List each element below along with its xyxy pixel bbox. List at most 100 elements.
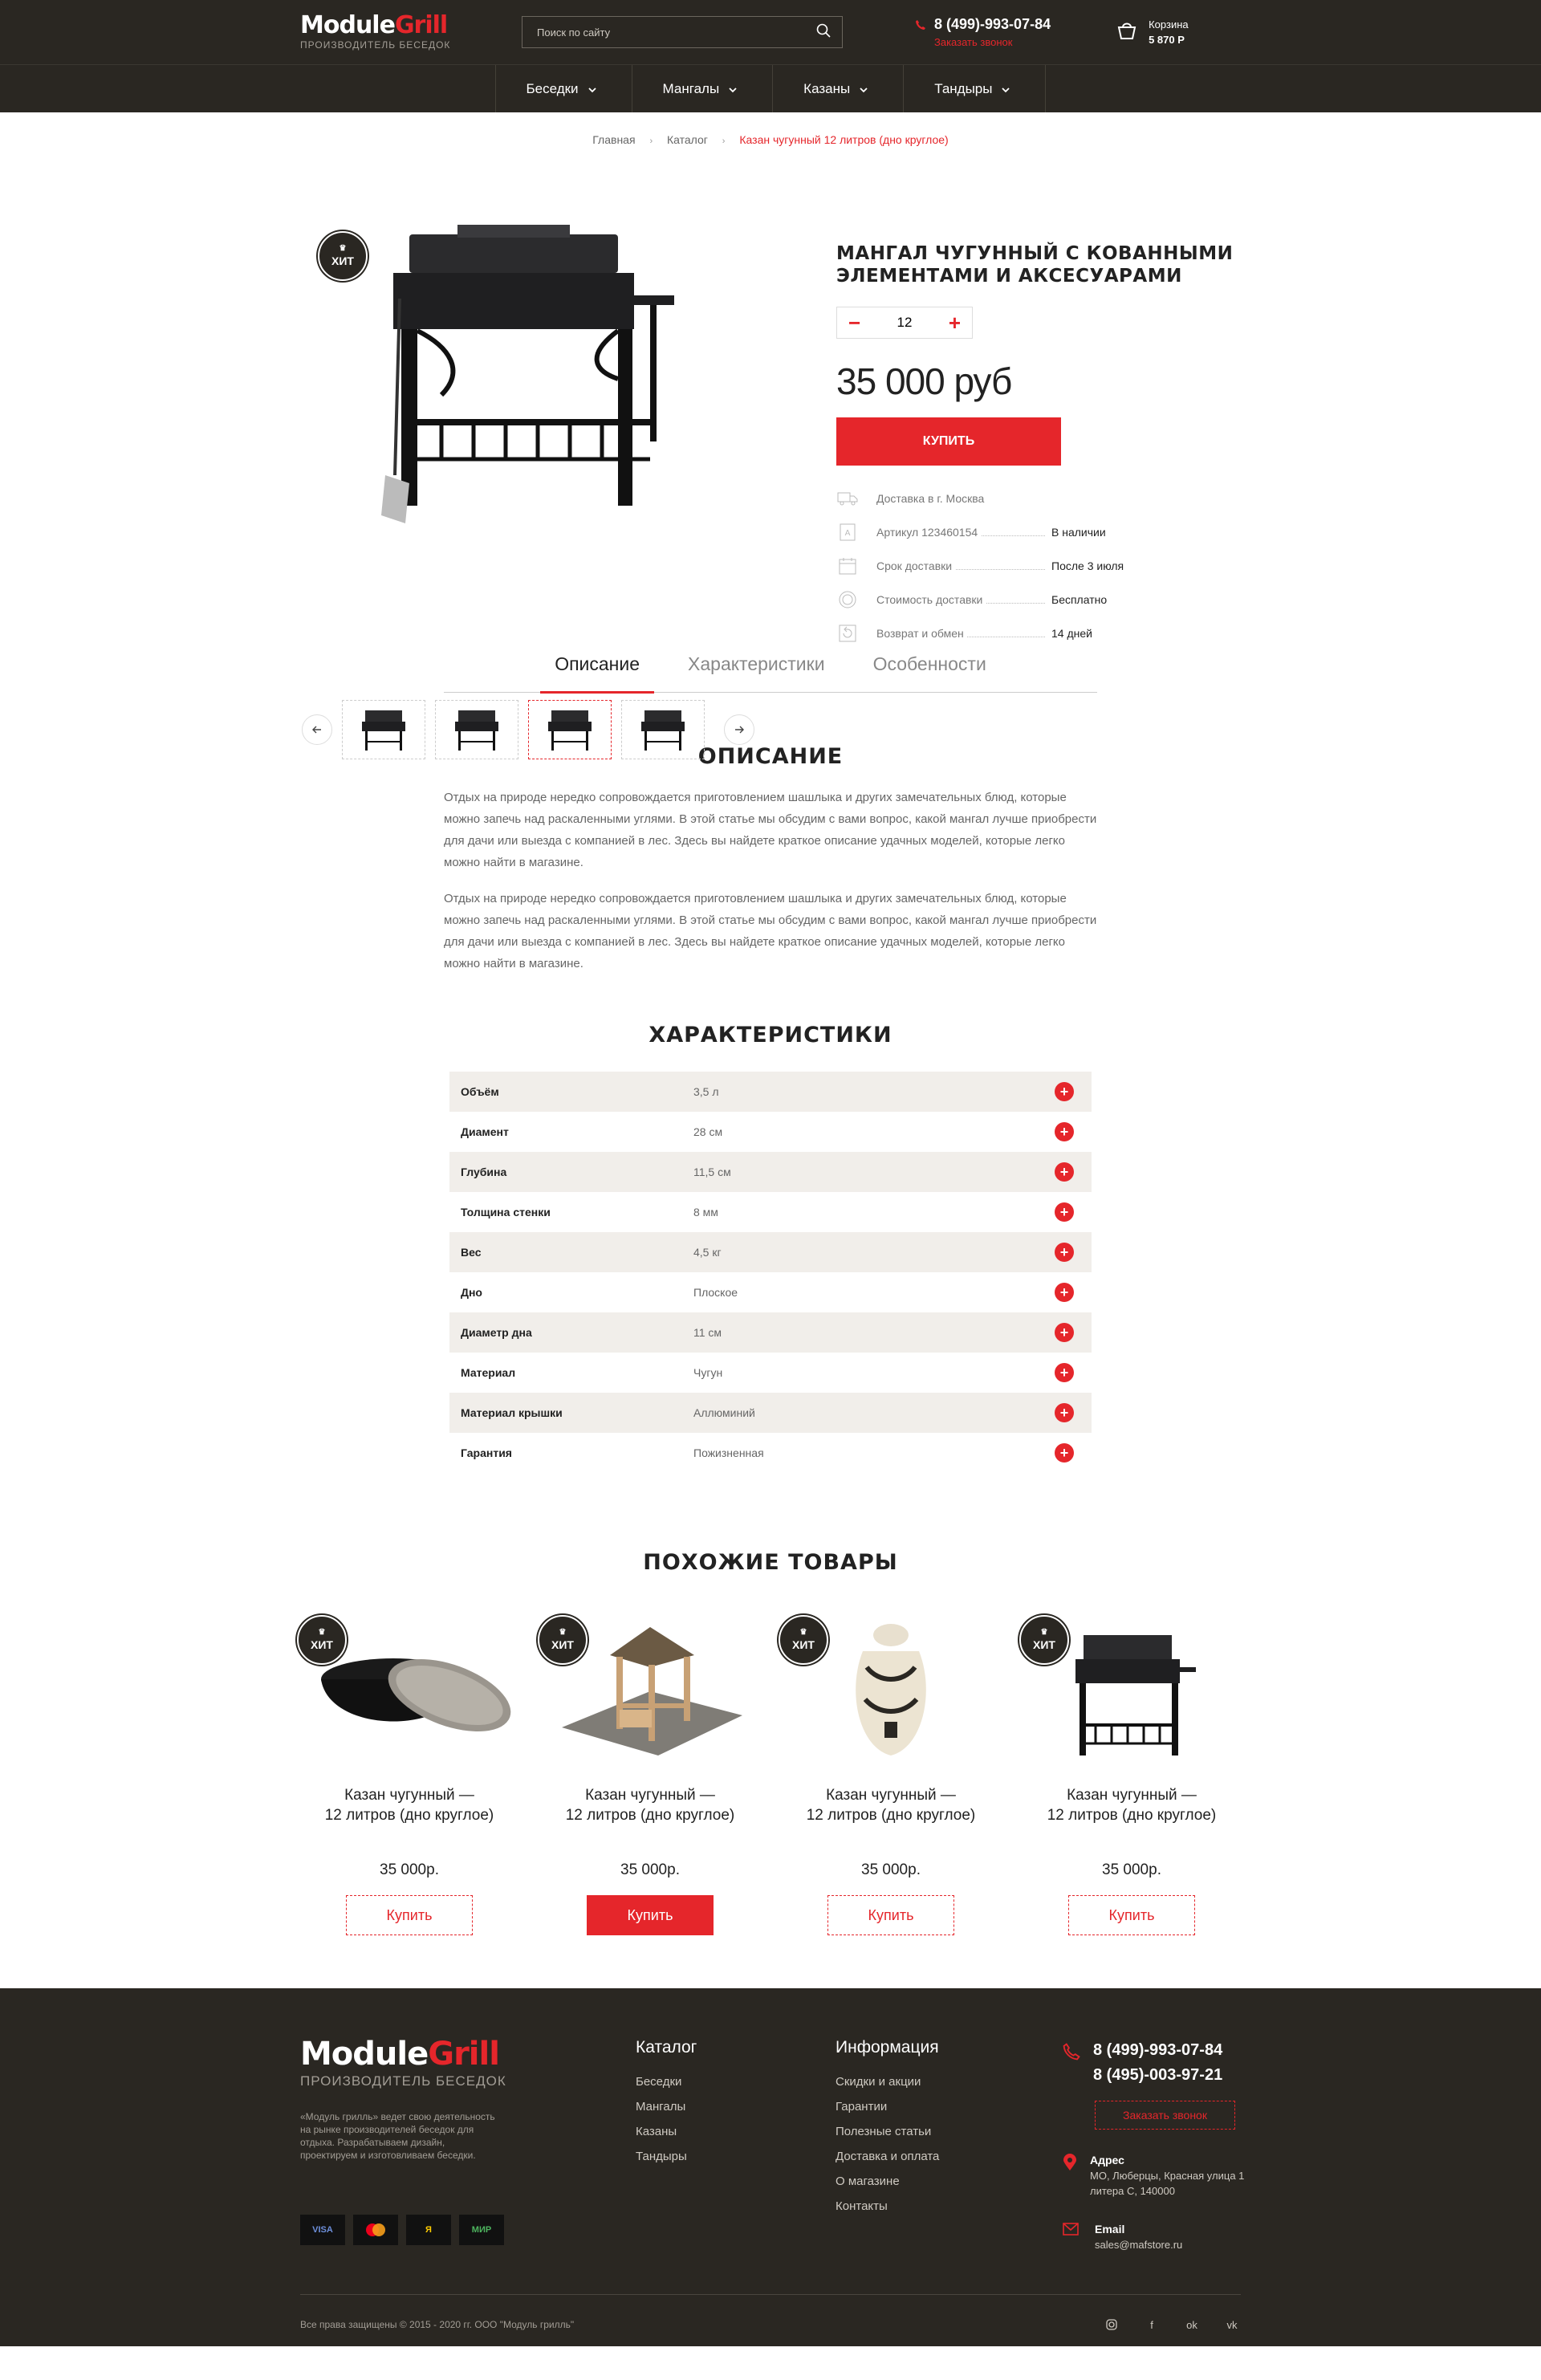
card-buy-button[interactable]: Купить [346,1895,473,1935]
footer-link[interactable]: Казаны [636,2125,697,2138]
tab-description[interactable]: Описание [540,653,655,694]
footer-contacts: 8 (499)-993-07-84 8 (495)-003-97-21 Зака… [1063,2038,1247,2252]
footer-catalog-title: Каталог [636,2038,697,2057]
footer-callback-button[interactable]: Заказать звонок [1095,2101,1235,2130]
plus-icon[interactable]: + [1055,1403,1074,1422]
plus-icon[interactable]: + [1055,1443,1074,1463]
cart-sum: 5 870 Р [1149,34,1185,46]
footer-link[interactable]: Полезные статьи [836,2125,939,2138]
product-card[interactable]: ♛ ХИТ Казан чугунный — 12 литров (дно круг… [530,1615,770,1935]
footer-address: Адрес МО, Люберцы, Красная улица 1 литер… [1063,2154,1247,2199]
thumbnail-active[interactable] [528,700,612,759]
product-card[interactable]: ♛ ХИТ Казан чугунный — 12 литров (дно круг… [1011,1615,1252,1935]
breadcrumb-home[interactable]: Главная [592,133,635,146]
footer-logo[interactable]: ModuleGrill ПРОИЗВОДИТЕЛЬ БЕСЕДОК [300,2038,506,2089]
footer-link[interactable]: О магазине [836,2175,939,2188]
thumbnail[interactable] [435,700,518,759]
breadcrumb-catalog[interactable]: Каталог [667,133,708,146]
carousel-prev-button[interactable] [302,714,332,745]
crown-icon: ♛ [318,1628,326,1637]
specs-section: Характеристики Объём 3,5 л + Диамент 28 см +… [0,1023,1541,1473]
footer-phone[interactable]: 8 (499)-993-07-84 [1093,2038,1222,2063]
hit-badge-label: ХИТ [331,254,354,267]
minus-icon[interactable]: − [848,312,860,333]
footer-link[interactable]: Тандыры [636,2150,697,2163]
nav-item-grills[interactable]: Мангалы [631,65,773,112]
footer: ModuleGrill ПРОИЗВОДИТЕЛЬ БЕСЕДОК «Модул… [0,1988,1541,2346]
nav-label: Тандыры [934,80,993,96]
footer-link[interactable]: Гарантии [836,2100,939,2114]
hit-badge-label: ХИТ [551,1638,574,1651]
hit-badge: ♛ ХИТ [779,1615,828,1665]
phone-icon [1063,2043,1080,2088]
card-title: Казан чугунный — 12 литров (дно круглое) [1011,1785,1252,1825]
calendar-icon [836,555,859,577]
footer-link[interactable]: Мангалы [636,2100,697,2114]
plus-icon[interactable]: + [1055,1283,1074,1302]
spec-name: Толщина стенки [461,1206,551,1218]
card-title: Казан чугунный — 12 литров (дно круглое) [770,1785,1011,1825]
email-link[interactable]: sales@mafstore.ru [1095,2237,1182,2252]
plus-icon[interactable]: + [1055,1082,1074,1101]
tab-features[interactable]: Особенности [859,653,1001,692]
spec-name: Диаметр дна [461,1326,532,1339]
property-row: Стоимость доставки Бесплатно [836,583,1238,616]
plus-icon[interactable]: + [1055,1162,1074,1182]
search-icon[interactable] [816,23,831,42]
plus-icon[interactable]: + [949,312,961,333]
facebook-icon[interactable]: f [1143,2316,1161,2333]
phone-number[interactable]: 8 (499)-993-07-84 [934,16,1051,33]
logo[interactable]: ModuleGrill ПРОИЗВОДИТЕЛЬ БЕСЕДОК [300,14,453,51]
thumbnail[interactable] [342,700,425,759]
product-price: 35 000 руб [836,360,1012,402]
plus-icon[interactable]: + [1055,1243,1074,1262]
footer-phone[interactable]: 8 (495)-003-97-21 [1093,2063,1222,2088]
plus-icon[interactable]: + [1055,1122,1074,1141]
card-price: 35 000р. [380,1861,439,1878]
buy-button[interactable]: Купить [836,417,1061,466]
card-buy-button[interactable]: Купить [827,1895,954,1935]
odnoklassniki-icon[interactable]: ok [1183,2316,1201,2333]
card-title-line: 12 литров (дно круглое) [565,1807,735,1824]
logo-accent: Grill [394,11,448,39]
nav-item-gazebos[interactable]: Беседки [494,65,632,112]
nav-label: Казаны [803,80,851,96]
crown-icon: ♛ [1040,1628,1048,1637]
nav-item-tandoors[interactable]: Тандыры [903,65,1047,112]
coin-icon [836,588,859,611]
property-label: Артикул 123460154 [876,526,982,539]
card-buy-button[interactable]: Купить [587,1895,714,1935]
tab-specs[interactable]: Характеристики [673,653,840,692]
spec-name: Объём [461,1085,499,1098]
search-input[interactable] [537,26,816,39]
cart[interactable]: Корзина 5 870 Р [1116,18,1189,46]
plus-icon[interactable]: + [1055,1202,1074,1222]
spec-value: 28 см [693,1125,723,1138]
footer-link[interactable]: Контакты [836,2199,939,2213]
nav-item-cauldrons[interactable]: Казаны [772,65,903,112]
email-label: Email [1095,2223,1125,2236]
header-phone: 8 (499)-993-07-84 Заказать звонок [915,16,1051,48]
footer-link[interactable]: Скидки и акции [836,2075,939,2089]
callback-link[interactable]: Заказать звонок [934,36,1051,48]
hit-badge: ♛ ХИТ [1019,1615,1069,1665]
nav-label: Беседки [526,80,579,96]
footer-link[interactable]: Беседки [636,2075,697,2089]
spec-name: Диамент [461,1125,509,1138]
vk-icon[interactable]: vk [1223,2316,1241,2333]
spec-name: Дно [461,1286,482,1299]
spec-row: Материал Чугун + [449,1353,1092,1393]
thumbnail[interactable] [621,700,705,759]
quantity-input[interactable] [880,315,929,331]
product-card[interactable]: ♛ ХИТ Казан чугунный — 12 литров (дно круг… [289,1615,530,1935]
product-card[interactable]: ♛ ХИТ Казан чугунный — 12 литров (дно круг… [770,1615,1011,1935]
footer-link[interactable]: Доставка и оплата [836,2150,939,2163]
spec-name: Вес [461,1246,482,1259]
card-buy-button[interactable]: Купить [1068,1895,1195,1935]
footer-info-title: Информация [836,2038,939,2057]
carousel-next-button[interactable] [724,714,754,745]
instagram-icon[interactable] [1103,2316,1120,2333]
plus-icon[interactable]: + [1055,1323,1074,1342]
card-title-line: Казан чугунный — [1067,1787,1197,1804]
plus-icon[interactable]: + [1055,1363,1074,1382]
